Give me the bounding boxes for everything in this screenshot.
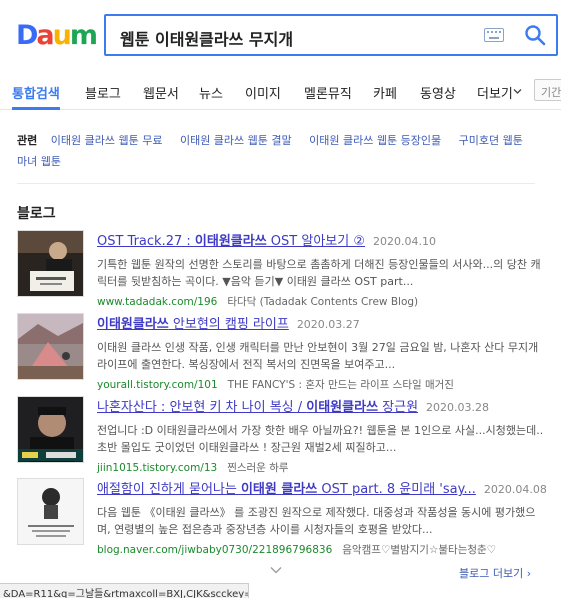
result-url[interactable]: jiin1015.tistory.com/13 bbox=[97, 462, 217, 474]
result-title-part[interactable]: OST part. 8 윤미래 'say... bbox=[317, 482, 475, 497]
result-date: 2020.04.08 bbox=[483, 483, 547, 496]
related-link[interactable]: 이태원 클라쓰 웹툰 등장인물 bbox=[309, 134, 441, 147]
related-link[interactable]: 이태원 클라쓰 웹툰 결말 bbox=[180, 134, 292, 147]
section-title-blog: 블로그 bbox=[17, 206, 56, 222]
result-source[interactable]: 찐스러운 하루 bbox=[227, 462, 288, 474]
tab-melon-music[interactable]: 멜론뮤직 bbox=[304, 83, 352, 102]
result-snippet: 전업니다 :D 이태원클라쓰에서 가장 핫한 배우 아닐까요?! 웹툰을 본 1… bbox=[97, 424, 544, 454]
tab-integrated[interactable]: 통합검색 bbox=[12, 83, 60, 102]
tab-video[interactable]: 동영상 bbox=[420, 83, 456, 102]
result-thumbnail[interactable] bbox=[17, 478, 84, 545]
period-filter-input[interactable]: 기간 bbox=[534, 79, 561, 101]
related-link[interactable]: 마녀 웹툰 bbox=[17, 155, 61, 168]
result-title-part[interactable]: OST Track.27 : bbox=[97, 234, 195, 249]
result-snippet: 다음 웹툰 《이태원 클라쓰》 를 조광진 원작으로 제작했다. 대중성과 작품… bbox=[97, 506, 536, 536]
blog-result: 이태원클라쓰 안보현의 캠핑 라이프 2020.03.27 이태원 클라쓰 인생 … bbox=[17, 313, 547, 391]
divider bbox=[17, 183, 535, 184]
result-title-highlight[interactable]: 이태원 클라쓰 bbox=[241, 482, 317, 497]
result-thumbnail[interactable] bbox=[17, 230, 84, 297]
result-title-part[interactable]: OST 알아보기 ② bbox=[267, 234, 365, 249]
tab-images[interactable]: 이미지 bbox=[245, 83, 281, 102]
result-title[interactable]: 나혼자산다 : 안보현 키 차 나이 복싱 / 이태원클라쓰 장근원 2020.0… bbox=[97, 396, 547, 415]
search-icon[interactable] bbox=[524, 24, 546, 46]
blog-result: 나혼자산다 : 안보현 키 차 나이 복싱 / 이태원클라쓰 장근원 2020.0… bbox=[17, 396, 547, 474]
related-searches: 관련 이태원 클라쓰 웹툰 무료 이태원 클라쓰 웹툰 결말 이태원 클라쓰 웹… bbox=[17, 130, 547, 172]
tab-more[interactable]: 더보기 bbox=[477, 83, 513, 102]
blog-result: OST Track.27 : 이태원클라쓰 OST 알아보기 ② 2020.04.… bbox=[17, 230, 547, 308]
active-tab-underline bbox=[12, 107, 60, 110]
search-query[interactable]: 웹툰 이태원클라쓰 무지개 bbox=[120, 26, 293, 50]
result-title[interactable]: 애절함이 진하게 묻어나는 이태원 클라쓰 OST part. 8 윤미래 's… bbox=[97, 478, 547, 497]
daum-logo[interactable]: Daum bbox=[16, 20, 98, 51]
search-input[interactable]: 웹툰 이태원클라쓰 무지개 bbox=[104, 14, 558, 56]
logo-letter-a: a bbox=[36, 20, 54, 51]
result-title-part[interactable]: 애절함이 진하게 묻어나는 bbox=[97, 482, 241, 497]
tab-news[interactable]: 뉴스 bbox=[199, 83, 223, 102]
related-link[interactable]: 구미호뎐 웹툰 bbox=[459, 134, 523, 147]
result-url[interactable]: blog.naver.com/jiwbaby0730/221896796836 bbox=[97, 544, 332, 556]
result-url[interactable]: www.tadadak.com/196 bbox=[97, 296, 217, 308]
result-title-part[interactable]: 장근원 bbox=[378, 400, 418, 415]
result-date: 2020.03.27 bbox=[296, 318, 360, 331]
status-bar-url: &DA=R11&q=그날들&rtmaxcoll=BXJ,CJK&scckey=P… bbox=[0, 583, 249, 598]
result-thumbnail[interactable] bbox=[17, 396, 84, 463]
result-snippet: 기특한 웹툰 원작의 선명한 스토리를 바탕으로 촘촘하게 더해진 등장인물들의… bbox=[97, 258, 541, 288]
result-title-part[interactable]: 안보현의 캠핑 라이프 bbox=[169, 317, 289, 332]
search-tabs: 통합검색 블로그 웹문서 뉴스 이미지 멜론뮤직 카페 동영상 더보기 기간 bbox=[0, 70, 561, 110]
logo-letter-u: u bbox=[52, 20, 72, 51]
result-url[interactable]: yourall.tistory.com/101 bbox=[97, 379, 218, 391]
chevron-down-icon[interactable] bbox=[513, 87, 522, 96]
tab-blog[interactable]: 블로그 bbox=[85, 83, 121, 102]
result-thumbnail[interactable] bbox=[17, 313, 84, 380]
logo-letter-m: m bbox=[69, 20, 98, 51]
result-source[interactable]: 음악캠프♡별밤지기☆불타는청춘♡ bbox=[342, 544, 496, 556]
logo-letter-d: D bbox=[16, 20, 38, 51]
result-title[interactable]: OST Track.27 : 이태원클라쓰 OST 알아보기 ② 2020.04.… bbox=[97, 230, 547, 249]
result-title-highlight[interactable]: 이태원클라쓰 bbox=[306, 400, 378, 415]
result-snippet: 이태원 클라쓰 인생 작품, 인생 캐릭터를 만난 안보현이 3월 27일 금요… bbox=[97, 341, 539, 371]
related-label: 관련 bbox=[17, 134, 38, 147]
blog-more-link[interactable]: 블로그 더보기 › bbox=[459, 565, 531, 581]
tab-web-docs[interactable]: 웹문서 bbox=[143, 83, 179, 102]
result-title[interactable]: 이태원클라쓰 안보현의 캠핑 라이프 2020.03.27 bbox=[97, 313, 547, 332]
result-source[interactable]: 타다닥 (Tadadak Contents Crew Blog) bbox=[227, 296, 418, 308]
result-date: 2020.04.10 bbox=[373, 235, 436, 248]
result-title-part[interactable]: 나혼자산다 : 안보현 키 차 나이 복싱 / bbox=[97, 400, 306, 415]
result-title-highlight[interactable]: 이태원클라쓰 bbox=[195, 234, 267, 249]
chevron-down-icon[interactable] bbox=[270, 566, 282, 574]
tab-cafe[interactable]: 카페 bbox=[373, 83, 397, 102]
blog-result: 애절함이 진하게 묻어나는 이태원 클라쓰 OST part. 8 윤미래 's… bbox=[17, 478, 547, 556]
result-date: 2020.03.28 bbox=[426, 401, 490, 414]
related-link[interactable]: 이태원 클라쓰 웹툰 무료 bbox=[51, 134, 163, 147]
result-title-highlight[interactable]: 이태원클라쓰 bbox=[97, 317, 169, 332]
result-source[interactable]: THE FANCY'S : 혼자 만드는 라이프 스타일 매거진 bbox=[228, 379, 454, 391]
keyboard-icon[interactable] bbox=[484, 28, 504, 42]
header: Daum 웹툰 이태원클라쓰 무지개 bbox=[0, 0, 561, 70]
